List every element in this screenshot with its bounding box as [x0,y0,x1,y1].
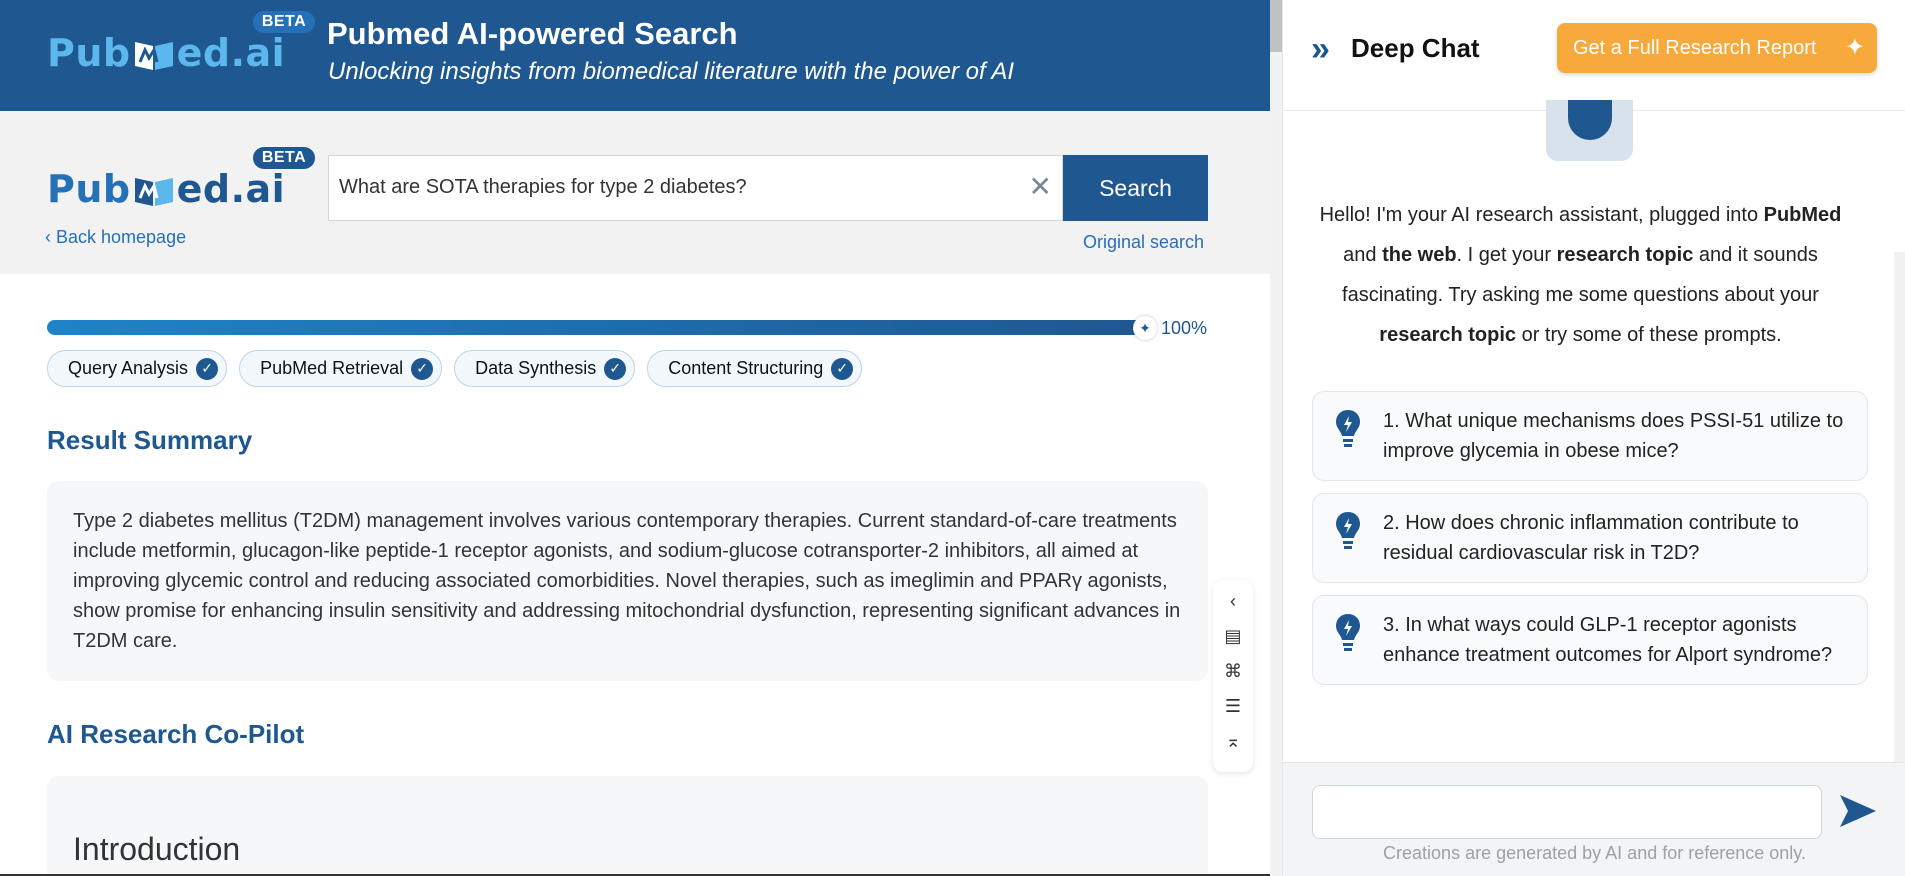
assistant-greeting: Hello! I'm your AI research assistant, p… [1313,195,1848,355]
collapse-icon[interactable]: » [1311,30,1330,69]
search-logo[interactable]: Pub ed.ai BETA [47,147,316,211]
check-icon: ✓ [604,357,627,380]
document-icon[interactable]: ▤ [1224,625,1241,648]
lightbulb-icon [1336,614,1360,651]
page-subtitle: Unlocking insights from biomedical liter… [328,58,1015,85]
step-label: Content Structuring [668,358,824,378]
top-header: Pub ed.ai BETA Pubmed AI-powered Search … [0,0,1270,111]
logo-text-left: Pub [47,31,131,75]
progress-label: 100% [1161,318,1208,338]
step-pubmed-retrieval: PubMed Retrieval ✓ [239,350,443,387]
search-input[interactable]: What are SOTA therapies for type 2 diabe… [339,176,747,199]
lightbulb-icon [1336,410,1360,447]
prompt-text: 1. What unique mechanisms does PSSI-51 u… [1383,410,1844,462]
search-button[interactable]: Search [1063,155,1208,221]
chat-input-area: Creations are generated by AI and for re… [1283,762,1905,876]
chevron-left-icon: ‹ [45,227,56,247]
main-panel: Pub ed.ai BETA Pubmed AI-powered Search … [0,0,1270,876]
floating-toolbar: ‹ ▤ ⌘ ☰ ⌅ [1213,580,1253,772]
logo-text-left: Pub [47,167,131,211]
chat-input[interactable] [1312,785,1822,839]
greeting-bold: research topic [1556,244,1694,266]
progress-bar [47,320,1145,335]
greeting-text: and [1343,244,1383,266]
scroll-thumb[interactable] [1270,0,1282,52]
step-label: Query Analysis [68,358,189,378]
beta-badge: BETA [252,147,316,169]
chat-title: Deep Chat [1351,33,1480,63]
prompt-text: 3. In what ways could GLP-1 receptor ago… [1383,614,1833,666]
result-summary-text: Type 2 diabetes mellitus (T2DM) manageme… [47,481,1208,681]
sparkle-icon: ✦ [1844,34,1865,61]
back-to-top-icon[interactable]: ⌅ [1225,730,1240,753]
list-icon[interactable]: ☰ [1225,695,1241,718]
dna-icon[interactable]: ⌘ [1224,660,1242,683]
logo-book-icon [133,36,175,72]
lightbulb-icon [1336,512,1360,549]
check-icon: ✓ [831,357,854,380]
step-data-synthesis: Data Synthesis ✓ [454,350,636,387]
check-icon: ✓ [411,357,434,380]
step-label: PubMed Retrieval [260,358,404,378]
logo-text-right: ed.ai [176,31,286,75]
copilot-heading: AI Research Co-Pilot [47,719,305,749]
back-homepage-link[interactable]: ‹ Back homepage [45,227,186,248]
greeting-bold: the web [1382,244,1457,266]
greeting-bold: research topic [1379,324,1517,346]
clear-icon[interactable]: ✕ [1029,170,1052,203]
suggested-prompt[interactable]: 2. How does chronic inflammation contrib… [1312,493,1868,583]
result-summary-heading: Result Summary [47,425,253,455]
suggested-prompt[interactable]: 3. In what ways could GLP-1 receptor ago… [1312,595,1868,685]
back-homepage-label: Back homepage [56,227,187,247]
logo-text-right: ed.ai [176,167,286,211]
prompt-text: 2. How does chronic inflammation contrib… [1383,512,1799,564]
step-query-analysis: Query Analysis ✓ [47,350,228,387]
step-content-structuring: Content Structuring ✓ [647,350,863,387]
check-icon: ✓ [196,357,219,380]
page-scrollbar[interactable] [1270,0,1282,876]
chevron-left-icon[interactable]: ‹ [1230,590,1236,613]
greeting-bold: PubMed [1763,204,1842,226]
greeting-text: . I get your [1456,244,1557,266]
assistant-avatar [1546,100,1633,161]
send-icon[interactable] [1836,789,1880,833]
header-logo[interactable]: Pub ed.ai BETA [47,11,316,75]
sparkle-icon: ✦ [1133,316,1157,340]
original-search-link[interactable]: Original search [1083,232,1204,253]
chat-scrollbar[interactable] [1894,252,1905,762]
full-report-button[interactable]: Get a Full Research Report ✦ [1557,23,1877,73]
ai-disclaimer: Creations are generated by AI and for re… [1383,843,1806,863]
pipeline-steps: Query Analysis ✓ PubMed Retrieval ✓ Data… [47,350,863,387]
introduction-heading: Introduction [73,831,241,867]
greeting-text: Hello! I'm your AI research assistant, p… [1319,204,1764,226]
step-label: Data Synthesis [475,358,597,378]
suggested-prompt[interactable]: 1. What unique mechanisms does PSSI-51 u… [1312,391,1868,481]
deep-chat-panel: » Deep Chat Get a Full Research Report ✦… [1282,0,1905,876]
chat-bubble-icon [1568,100,1612,140]
report-button-label: Get a Full Research Report [1573,36,1817,59]
chat-header: » Deep Chat Get a Full Research Report ✦ [1283,0,1905,111]
logo-book-icon [133,172,175,208]
search-field[interactable]: What are SOTA therapies for type 2 diabe… [328,155,1063,221]
beta-badge: BETA [252,11,316,33]
greeting-text: or try some of these prompts. [1516,324,1782,346]
page-title: Pubmed AI-powered Search [327,16,738,51]
